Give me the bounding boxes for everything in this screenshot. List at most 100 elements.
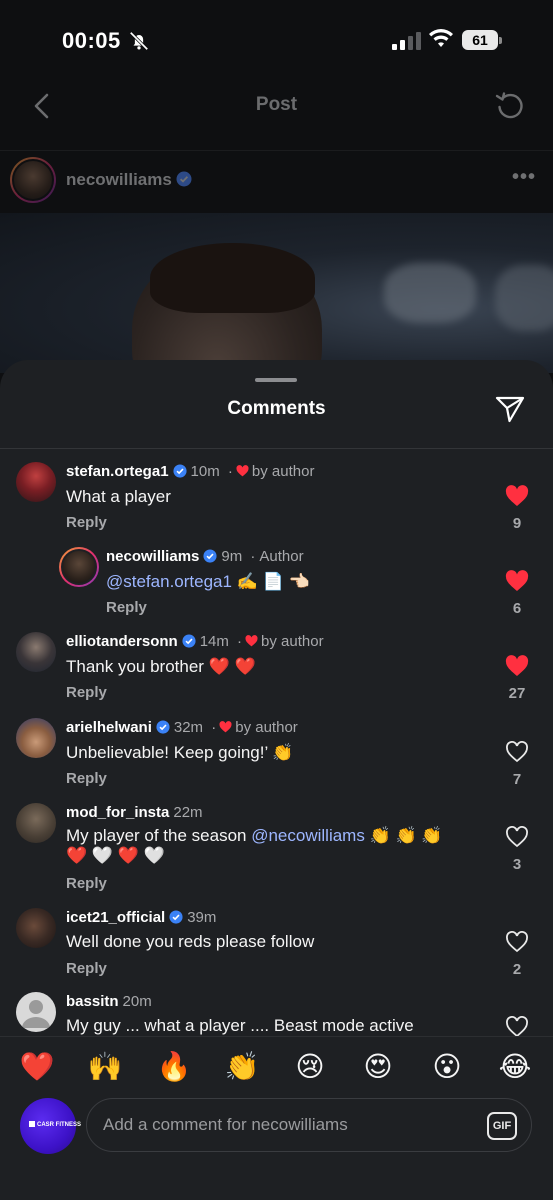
commenter-username[interactable]: bassitn	[66, 993, 119, 1010]
commenter-username[interactable]: elliotandersonn	[66, 633, 178, 650]
comment-text: Thank you brother ❤️ ❤️	[66, 657, 256, 676]
heart-outline-icon[interactable]	[505, 1016, 529, 1036]
sheet-title: Comments	[227, 398, 326, 419]
post-image-light	[495, 265, 553, 331]
verified-badge-icon	[172, 464, 187, 478]
share-icon[interactable]	[494, 393, 526, 425]
reply-button[interactable]: Reply	[66, 684, 107, 701]
verified-badge-icon	[169, 910, 183, 924]
battery-tip	[499, 37, 502, 44]
post-image	[0, 213, 553, 373]
refresh-icon[interactable]	[494, 90, 526, 122]
comment-header: icet21_official 39m	[66, 909, 216, 926]
verified-badge-icon	[182, 634, 196, 648]
comment-text: What a player	[66, 487, 171, 506]
reaction-surprised[interactable]: 😮	[427, 1047, 467, 1087]
verified-badge-icon	[156, 720, 170, 734]
quick-reactions-bar: ❤️ 🙌 🔥 👏 😢 😍 😮 😂	[0, 1036, 553, 1092]
reply-button[interactable]: Reply	[66, 770, 107, 787]
commenter-username[interactable]: icet21_official	[66, 909, 165, 926]
reply-button[interactable]: Reply	[106, 599, 147, 616]
comment-time: 20m	[122, 993, 152, 1010]
commenter-avatar[interactable]	[16, 718, 56, 758]
like-count: 27	[508, 685, 526, 702]
comment-header: elliotandersonn 14m · by author	[66, 633, 324, 650]
verified-badge-icon	[203, 549, 217, 563]
sheet-grabber[interactable]	[255, 378, 297, 382]
mention-link[interactable]: @necowilliams	[251, 826, 365, 845]
post-image-hair	[150, 243, 315, 313]
mention-link[interactable]: @stefan.ortega1	[106, 572, 232, 591]
commenter-avatar[interactable]	[59, 547, 99, 587]
battery-indicator: 61	[462, 30, 502, 50]
wifi-icon	[429, 29, 453, 47]
heart-outline-icon[interactable]	[505, 741, 529, 763]
cellular-signal-icon	[392, 32, 421, 50]
reply-button[interactable]: Reply	[66, 960, 107, 977]
status-bar: 00:05 61	[0, 0, 553, 82]
like-count: 2	[512, 961, 522, 978]
reaction-clap[interactable]: 👏	[222, 1047, 262, 1087]
commenter-username[interactable]: necowilliams	[106, 548, 199, 565]
comment-composer: CASR FITNESS Add a comment for necowilli…	[0, 1092, 553, 1200]
commenter-avatar-default[interactable]	[16, 992, 56, 1032]
comment-text: @stefan.ortega1 ✍️ 📄 👈🏻	[106, 572, 310, 592]
heart-filled-icon[interactable]	[505, 485, 529, 507]
comment-input[interactable]: Add a comment for necowilliams GIF	[86, 1098, 532, 1152]
reaction-fire[interactable]: 🔥	[154, 1047, 194, 1087]
like-count: 9	[512, 515, 522, 532]
status-time: 00:05	[62, 28, 121, 53]
comment-time: 39m	[187, 909, 217, 926]
like-count: 3	[512, 856, 522, 873]
comment-time: 10m	[190, 463, 220, 480]
gif-button[interactable]: GIF	[487, 1112, 517, 1140]
commenter-avatar[interactable]	[16, 462, 56, 502]
reply-button[interactable]: Reply	[66, 514, 107, 531]
heart-outline-icon[interactable]	[505, 931, 529, 953]
reaction-heart[interactable]: ❤️	[17, 1047, 57, 1087]
heart-filled-icon[interactable]	[505, 655, 529, 677]
heart-outline-icon[interactable]	[505, 826, 529, 848]
more-options-icon[interactable]: •••	[512, 166, 536, 189]
heart-filled-icon[interactable]	[505, 570, 529, 592]
post-nav-bar: Post	[0, 82, 553, 132]
comment-time: 9m	[221, 548, 243, 565]
post-header: necowilliams •••	[0, 150, 553, 210]
by-author-label: by author	[235, 719, 298, 736]
comment-header: mod_for_insta 22m	[66, 804, 203, 821]
comment-text-emoji: ✍️ 📄 👈🏻	[231, 572, 310, 591]
post-author-username[interactable]: necowilliams	[66, 170, 192, 190]
commenter-username[interactable]: arielhelwani	[66, 719, 152, 736]
commenter-avatar[interactable]	[16, 908, 56, 948]
by-author-label: by author	[261, 633, 324, 650]
comment-text-emoji: 👏 👏 👏	[364, 826, 443, 845]
comment-text: Well done you reds please follow	[66, 932, 315, 951]
reply-button[interactable]: Reply	[66, 875, 107, 892]
reaction-raised-hands[interactable]: 🙌	[85, 1047, 125, 1087]
author-label: Author	[259, 548, 304, 565]
commenter-username[interactable]: mod_for_insta	[66, 804, 169, 821]
commenter-avatar[interactable]	[16, 803, 56, 843]
post-author-avatar[interactable]	[10, 157, 56, 203]
commenter-username[interactable]: stefan.ortega1	[66, 463, 169, 480]
current-user-avatar[interactable]: CASR FITNESS	[20, 1098, 81, 1154]
comment-header: bassitn 20m	[66, 993, 152, 1010]
comment-time: 32m	[173, 719, 204, 736]
avatar-brand-text: CASR FITNESS	[37, 1122, 82, 1128]
reaction-heart-eyes[interactable]: 😍	[358, 1047, 398, 1087]
reaction-crying[interactable]: 😢	[290, 1047, 330, 1087]
comment-text-part: My player of the season	[66, 826, 252, 845]
reaction-laughing[interactable]: 😂	[495, 1047, 535, 1087]
commenter-avatar[interactable]	[16, 632, 56, 672]
comment-input-placeholder: Add a comment for necowilliams	[103, 1115, 348, 1134]
page-title: Post	[255, 94, 298, 115]
comment-header: necowilliams 9m · Author	[106, 548, 304, 565]
divider	[0, 448, 553, 449]
comment-text-line2: ❤️ 🤍 ❤️ 🤍	[66, 846, 165, 865]
like-count: 7	[512, 771, 522, 788]
comment-item: bassitn 20m My guy ... what a player ....…	[0, 990, 553, 1036]
by-author-label: by author	[251, 463, 315, 480]
like-count: 6	[512, 600, 522, 617]
comment-header: arielhelwani 32m · by author	[66, 719, 298, 736]
comment-time: 14m	[199, 633, 229, 650]
